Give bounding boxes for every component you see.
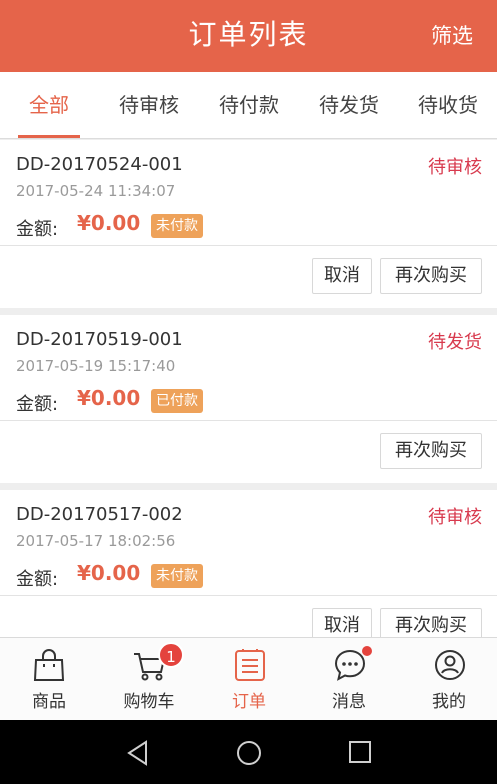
- order-amount: ¥0.00: [77, 211, 141, 235]
- order-status: 待审核: [428, 507, 482, 528]
- system-navigation-bar: [0, 720, 497, 784]
- order-card[interactable]: DD-20170519-001 待发货 2017-05-19 15:17:40 …: [0, 315, 497, 483]
- app-header: 订单列表 筛选: [0, 0, 497, 72]
- tab-pending-receipt[interactable]: 待收货: [403, 72, 493, 138]
- tabbar-label: 消息: [332, 692, 366, 712]
- page-title: 订单列表: [188, 18, 309, 51]
- order-number: DD-20170517-002: [16, 504, 183, 525]
- bottom-tab-bar: 商品 1 购物车 订单 消息 我的: [0, 637, 497, 720]
- tabbar-item-me[interactable]: 我的: [404, 638, 494, 721]
- home-icon[interactable]: [236, 740, 262, 766]
- filter-button[interactable]: 筛选: [431, 0, 473, 72]
- shopping-bag-icon: [33, 649, 65, 681]
- tab-all[interactable]: 全部: [4, 72, 94, 138]
- order-time: 2017-05-24 11:34:07: [16, 182, 176, 200]
- tabbar-item-messages[interactable]: 消息: [304, 638, 394, 721]
- payment-status-badge: 已付款: [151, 389, 203, 413]
- payment-status-badge: 未付款: [151, 214, 203, 238]
- rebuy-button[interactable]: 再次购买: [380, 258, 482, 294]
- tab-label: 待付款: [219, 93, 279, 117]
- tabbar-item-orders[interactable]: 订单: [204, 638, 294, 721]
- back-icon[interactable]: [126, 740, 150, 766]
- tab-active-indicator: [18, 135, 80, 138]
- order-status: 待审核: [428, 157, 482, 178]
- tabbar-label: 我的: [432, 692, 466, 712]
- tabbar-item-cart[interactable]: 1 购物车: [104, 638, 194, 721]
- tab-label: 待发货: [319, 93, 379, 117]
- order-time: 2017-05-19 15:17:40: [16, 357, 176, 375]
- rebuy-button[interactable]: 再次购买: [380, 433, 482, 469]
- order-card[interactable]: DD-20170517-002 待审核 2017-05-17 18:02:56 …: [0, 490, 497, 658]
- payment-status-badge: 未付款: [151, 564, 203, 588]
- recent-apps-icon[interactable]: [348, 740, 372, 764]
- tabbar-label: 订单: [232, 692, 266, 712]
- tab-label: 待收货: [418, 93, 478, 117]
- tabbar-item-products[interactable]: 商品: [4, 638, 94, 721]
- tabbar-label: 商品: [32, 692, 66, 712]
- user-icon: [435, 650, 465, 680]
- tab-pending-shipment[interactable]: 待发货: [304, 72, 394, 138]
- tab-label: 全部: [29, 93, 69, 117]
- order-time: 2017-05-17 18:02:56: [16, 532, 176, 550]
- tabbar-label: 购物车: [123, 692, 175, 712]
- cart-count-badge: 1: [158, 642, 184, 668]
- amount-label: 金额:: [16, 219, 59, 240]
- status-tabs: 全部 待审核 待付款 待发货 待收货: [0, 72, 497, 139]
- amount-label: 金额:: [16, 569, 59, 590]
- tab-pending-payment[interactable]: 待付款: [204, 72, 294, 138]
- order-list-icon: [235, 649, 265, 681]
- cancel-button[interactable]: 取消: [312, 258, 372, 294]
- tab-pending-review[interactable]: 待审核: [104, 72, 194, 138]
- order-number: DD-20170524-001: [16, 154, 183, 175]
- order-amount: ¥0.00: [77, 561, 141, 585]
- order-card[interactable]: DD-20170524-001 待审核 2017-05-24 11:34:07 …: [0, 140, 497, 308]
- order-status: 待发货: [428, 332, 482, 353]
- tab-label: 待审核: [119, 93, 179, 117]
- amount-label: 金额:: [16, 394, 59, 415]
- order-amount: ¥0.00: [77, 386, 141, 410]
- order-number: DD-20170519-001: [16, 329, 183, 350]
- unread-dot: [362, 646, 372, 656]
